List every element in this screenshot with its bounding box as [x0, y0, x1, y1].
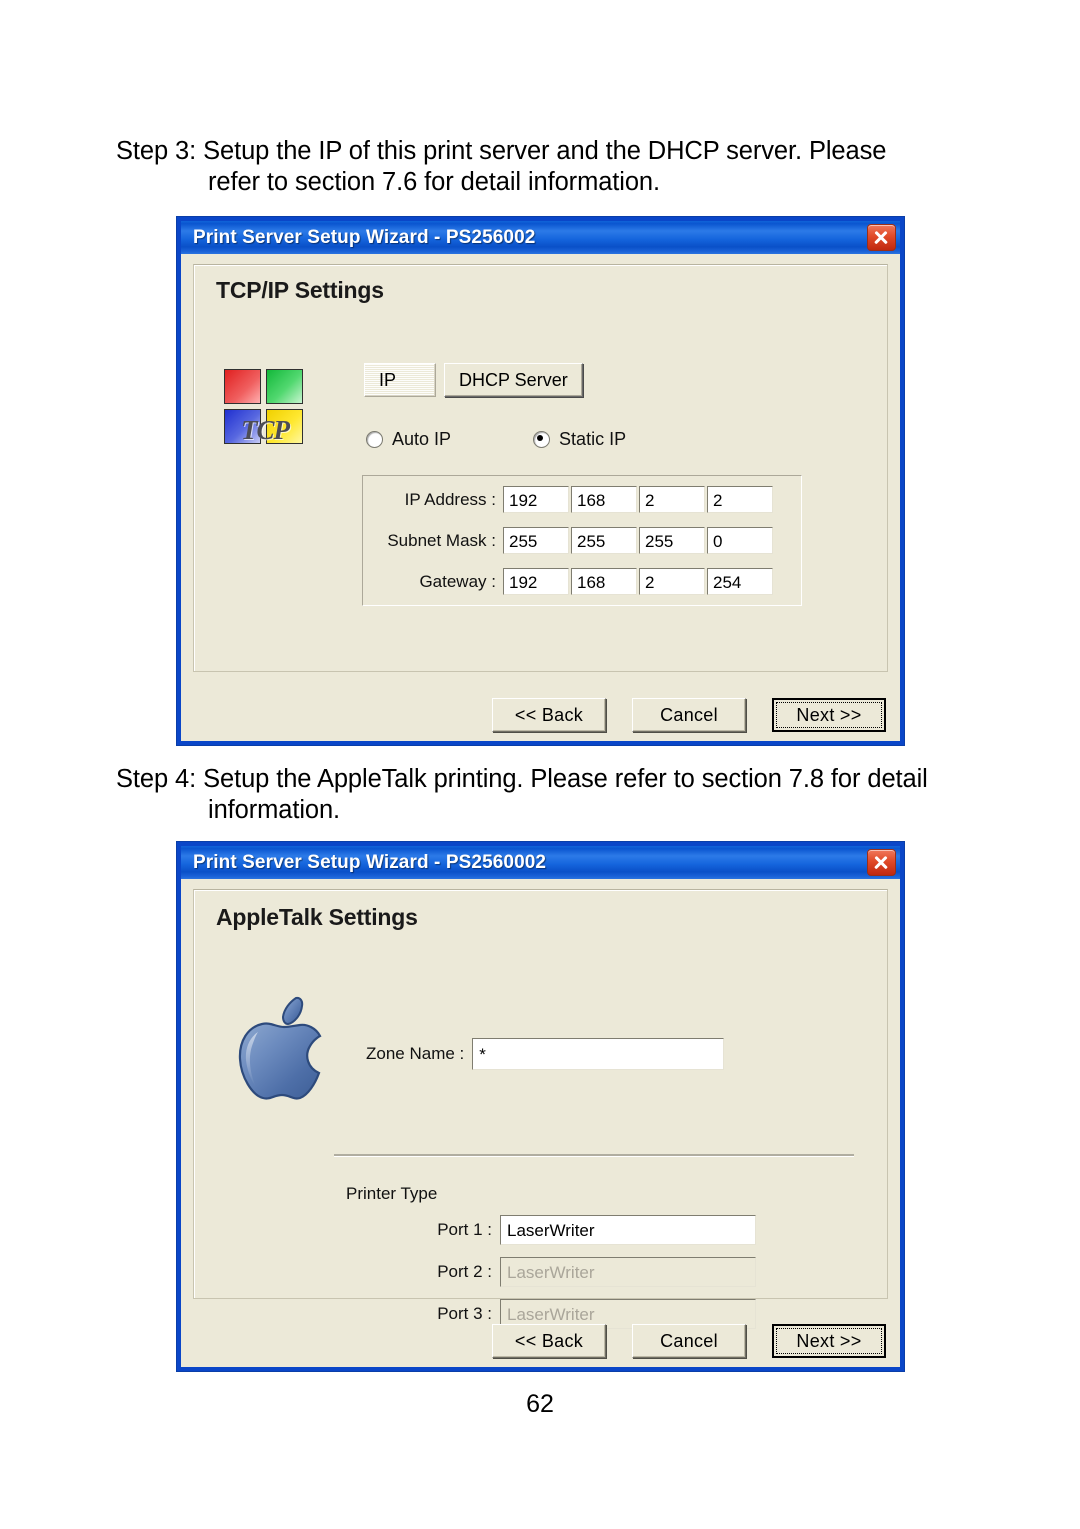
- tcp-icon-square-red: [224, 369, 261, 404]
- zone-name-label: Zone Name :: [366, 1044, 465, 1063]
- next-button-label: Next >>: [776, 702, 882, 728]
- step-3-line-2: refer to section 7.6 for detail informat…: [208, 168, 660, 196]
- subnet-mask-octet-1[interactable]: 255: [503, 527, 569, 554]
- panel-title: AppleTalk Settings: [216, 904, 418, 930]
- appletalk-settings-group: AppleTalk Settings Zone Name: * Printer…: [193, 889, 888, 1329]
- window-title: Print Server Setup Wizard - PS256002: [193, 226, 536, 248]
- gateway-octet-3[interactable]: 2: [639, 568, 705, 595]
- gateway-octet-4[interactable]: 254: [707, 568, 773, 595]
- ip-address-octet-1[interactable]: 192: [503, 486, 569, 513]
- next-button[interactable]: Next >>: [772, 698, 886, 732]
- close-icon[interactable]: [867, 849, 896, 876]
- subnet-mask-octet-4[interactable]: 0: [707, 527, 773, 554]
- subnet-mask-octet-2[interactable]: 255: [571, 527, 637, 554]
- port-1-label: Port 1 :: [437, 1220, 492, 1239]
- print-server-setup-wizard-tcpip-dialog: Print Server Setup Wizard - PS256002 TCP…: [176, 216, 905, 746]
- step-4-instruction: Step 4: Setup the AppleTalk printing. Pl…: [116, 764, 996, 826]
- window-title: Print Server Setup Wizard - PS2560002: [193, 851, 547, 873]
- titlebar-appletalk[interactable]: Print Server Setup Wizard - PS2560002: [181, 846, 900, 879]
- back-button[interactable]: << Back: [492, 1324, 606, 1358]
- gateway-octet-1[interactable]: 192: [503, 568, 569, 595]
- tab-ip-label: IP: [379, 369, 397, 390]
- zone-name-input[interactable]: *: [472, 1038, 725, 1070]
- dialog-buttons-appletalk: << Back Cancel Next >>: [466, 1324, 886, 1358]
- dialog-buttons-tcpip: << Back Cancel Next >>: [466, 698, 886, 732]
- tab-dhcp-server[interactable]: DHCP Server: [444, 363, 583, 397]
- step-4-line-2: information.: [208, 796, 341, 824]
- step-4-line-1: Step 4: Setup the AppleTalk printing. Pl…: [116, 765, 928, 793]
- ip-address-label: IP Address :: [404, 489, 496, 509]
- page-number: 62: [526, 1390, 554, 1418]
- settings-tabs: IP DHCP Server: [364, 363, 583, 397]
- tcpip-settings-group: TCP/IP Settings TCP IP DHCP Server Auto …: [193, 264, 888, 672]
- panel-title: TCP/IP Settings: [216, 277, 384, 303]
- ip-address-octet-3[interactable]: 2: [639, 486, 705, 513]
- radio-static-ip-label: Static IP: [559, 429, 627, 449]
- tab-dhcp-server-label: DHCP Server: [459, 369, 568, 390]
- tab-ip[interactable]: IP: [364, 363, 436, 397]
- gateway-row: Gateway : 192 168 2 254: [363, 564, 801, 599]
- dialog-body-appletalk: AppleTalk Settings Zone Name: * Printer…: [181, 879, 900, 1367]
- step-3-instruction: Step 3: Setup the IP of this print serve…: [116, 136, 966, 198]
- close-icon[interactable]: [867, 224, 896, 251]
- ip-address-row: IP Address : 192 168 2 2: [363, 482, 801, 517]
- radio-static-ip[interactable]: Static IP: [533, 429, 626, 450]
- tcp-icon-square-green: [266, 369, 303, 404]
- radio-auto-ip[interactable]: Auto IP: [366, 429, 451, 450]
- ip-address-octet-2[interactable]: 168: [571, 486, 637, 513]
- subnet-mask-octet-3[interactable]: 255: [639, 527, 705, 554]
- ip-address-octet-4[interactable]: 2: [707, 486, 773, 513]
- radio-auto-ip-indicator: [366, 431, 383, 448]
- printer-type-label: Printer Type: [346, 1184, 438, 1203]
- radio-auto-ip-label: Auto IP: [392, 429, 452, 449]
- next-button[interactable]: Next >>: [772, 1324, 886, 1358]
- next-button-label: Next >>: [776, 1328, 882, 1354]
- print-server-setup-wizard-appletalk-dialog: Print Server Setup Wizard - PS2560002 Ap…: [176, 841, 905, 1372]
- subnet-mask-row: Subnet Mask : 255 255 255 0: [363, 523, 801, 558]
- step-3-line-1: Step 3: Setup the IP of this print serve…: [116, 137, 887, 165]
- cancel-button[interactable]: Cancel: [632, 698, 746, 732]
- port-2-input: LaserWriter: [500, 1257, 756, 1287]
- dialog-body-tcpip: TCP/IP Settings TCP IP DHCP Server Auto …: [181, 254, 900, 741]
- printer-type-port-list: Port 1 : LaserWriter Port 2 : LaserWrite…: [434, 1215, 756, 1341]
- port-1-row: Port 1 : LaserWriter: [434, 1215, 756, 1245]
- apple-icon: [234, 994, 334, 1104]
- section-divider: [334, 1154, 854, 1157]
- ip-mode-radio-group: Auto IP Static IP: [366, 429, 626, 450]
- gateway-octet-2[interactable]: 168: [571, 568, 637, 595]
- port-2-label: Port 2 :: [437, 1262, 492, 1281]
- gateway-label: Gateway :: [419, 571, 496, 591]
- port-3-label: Port 3 :: [437, 1304, 492, 1323]
- zone-name-row: Zone Name : *: [366, 1038, 725, 1070]
- tcp-ip-icon: TCP: [224, 369, 306, 447]
- back-button[interactable]: << Back: [492, 698, 606, 732]
- port-1-input[interactable]: LaserWriter: [500, 1215, 756, 1245]
- subnet-mask-label: Subnet Mask :: [387, 530, 496, 550]
- radio-static-ip-indicator: [533, 431, 551, 448]
- titlebar-tcpip[interactable]: Print Server Setup Wizard - PS256002: [181, 221, 900, 254]
- cancel-button[interactable]: Cancel: [632, 1324, 746, 1358]
- port-2-row: Port 2 : LaserWriter: [434, 1257, 756, 1287]
- ip-settings-box: IP Address : 192 168 2 2 Subnet Mask : 2…: [362, 475, 802, 606]
- tcp-icon-label: TCP: [241, 415, 290, 445]
